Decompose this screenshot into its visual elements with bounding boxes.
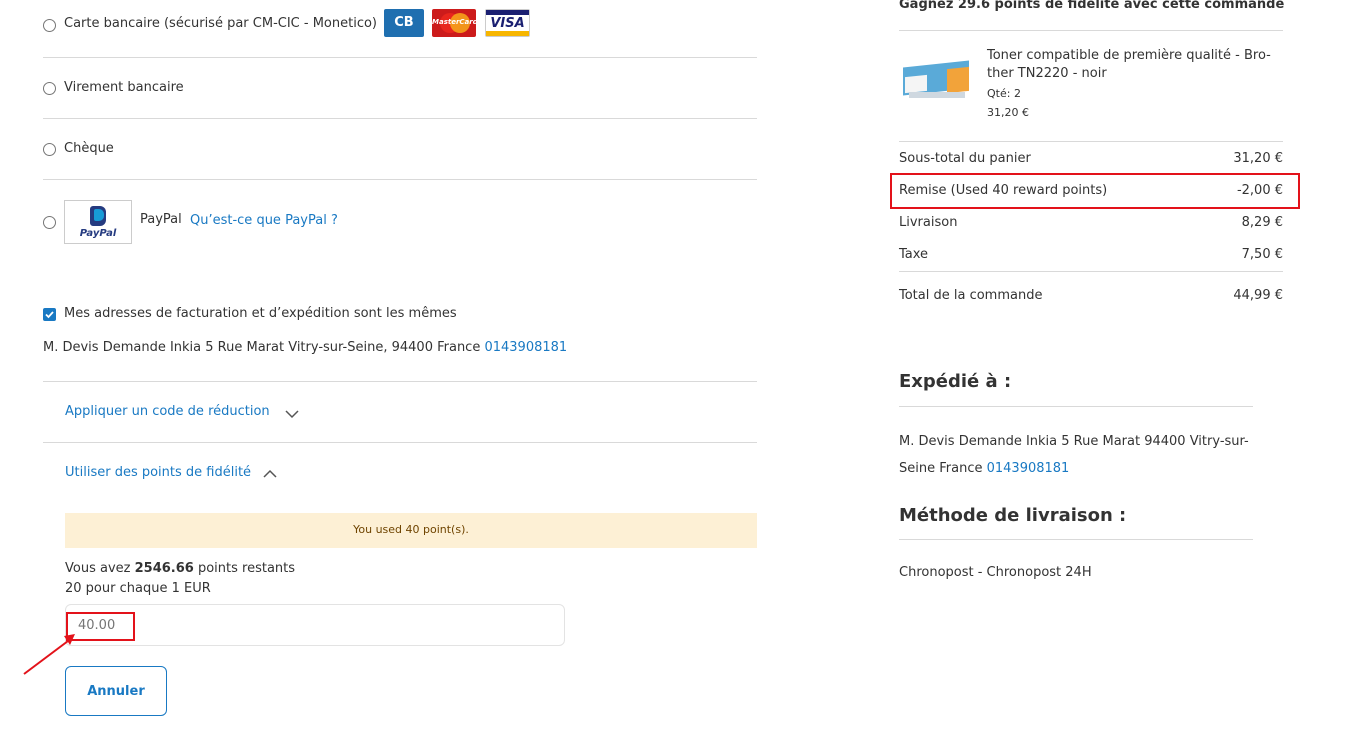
- cb-card-icon: CB: [384, 9, 424, 37]
- shipping-label: Livraison: [899, 215, 958, 230]
- remaining-points: Vous avez 2546.66 points restants: [65, 561, 295, 576]
- ship-to-line1: M. Devis Demande Inkia 5 Rue Marat 94400…: [899, 434, 1249, 449]
- subtotal-label: Sous-total du panier: [899, 151, 1031, 166]
- paypal-p-icon: [90, 206, 106, 226]
- points-notice-text: You used 40 point(s).: [353, 523, 469, 536]
- product-price: 31,20 €: [987, 106, 1029, 119]
- radio-card[interactable]: [43, 19, 56, 32]
- same-address-label[interactable]: Mes adresses de facturation et d’expédit…: [64, 306, 457, 321]
- product-image: [899, 56, 973, 106]
- divider: [43, 381, 757, 382]
- divider: [899, 539, 1253, 540]
- radio-transfer[interactable]: [43, 82, 56, 95]
- paypal-logo-text: PayPal: [79, 228, 117, 239]
- product-name-line2: ther TN2220 - noir: [987, 66, 1107, 81]
- chevron-up-icon[interactable]: [263, 469, 277, 479]
- shipping-method-title: Méthode de livraison :: [899, 505, 1127, 526]
- billing-phone-link[interactable]: 0143908181: [484, 340, 567, 355]
- order-total-value: 44,99 €: [1233, 288, 1283, 303]
- points-input[interactable]: [65, 604, 565, 646]
- mastercard-text: MasterCard: [432, 18, 478, 26]
- transfer-label[interactable]: Virement bancaire: [64, 80, 184, 95]
- radio-paypal[interactable]: [43, 216, 56, 229]
- shipping-value: 8,29 €: [1241, 215, 1283, 230]
- order-total-label: Total de la commande: [899, 288, 1043, 303]
- cancel-button[interactable]: Annuler: [65, 666, 167, 716]
- ship-to-phone-link[interactable]: 0143908181: [987, 461, 1070, 476]
- product-name: Toner compatible de première qualité - B…: [987, 47, 1271, 83]
- shipping-method-value: Chronopost - Chronopost 24H: [899, 565, 1092, 580]
- remaining-value: 2546.66: [134, 561, 194, 576]
- paypal-info-link[interactable]: Qu’est-ce que PayPal ?: [190, 213, 338, 228]
- ship-to-line2-row: Seine France 0143908181: [899, 455, 1249, 482]
- divider: [899, 406, 1253, 407]
- mastercard-icon: MasterCard: [432, 9, 478, 37]
- discount-row-highlight: [890, 173, 1300, 209]
- visa-card-icon: VISA: [485, 9, 530, 37]
- divider: [899, 271, 1283, 272]
- points-notice: You used 40 point(s).: [65, 513, 757, 548]
- same-address-checkbox[interactable]: [43, 308, 56, 321]
- remaining-prefix: Vous avez: [65, 561, 131, 576]
- radio-cheque[interactable]: [43, 143, 56, 156]
- divider: [43, 118, 757, 119]
- subtotal-value: 31,20 €: [1233, 151, 1283, 166]
- product-name-line1: Toner compatible de première qualité - B…: [987, 48, 1271, 63]
- ship-to-title: Expédié à :: [899, 371, 1012, 392]
- apply-discount-toggle[interactable]: Appliquer un code de réduction: [65, 404, 270, 419]
- paypal-label[interactable]: PayPal: [140, 212, 182, 227]
- tax-value: 7,50 €: [1241, 247, 1283, 262]
- ship-to-line2: Seine France: [899, 461, 983, 476]
- billing-address: M. Devis Demande Inkia 5 Rue Marat Vitry…: [43, 340, 567, 355]
- visa-text: VISA: [490, 16, 525, 31]
- billing-address-text: M. Devis Demande Inkia 5 Rue Marat Vitry…: [43, 340, 481, 355]
- cb-logo-text: CB: [394, 15, 414, 30]
- ship-to-address: M. Devis Demande Inkia 5 Rue Marat 94400…: [899, 428, 1249, 482]
- product-qty: Qté: 2: [987, 87, 1021, 100]
- divider: [43, 57, 757, 58]
- chevron-down-icon[interactable]: [285, 409, 299, 419]
- divider: [899, 30, 1283, 31]
- tax-label: Taxe: [899, 247, 929, 262]
- cheque-label[interactable]: Chèque: [64, 141, 114, 156]
- points-rate: 20 pour chaque 1 EUR: [65, 581, 211, 596]
- loyalty-earn-header: Gagnez 29.6 points de fidélité avec cett…: [899, 0, 1285, 12]
- divider: [43, 179, 757, 180]
- card-payment-label[interactable]: Carte bancaire (sécurisé par CM-CIC - Mo…: [64, 16, 377, 31]
- remaining-suffix: points restants: [197, 561, 296, 576]
- divider: [899, 141, 1283, 142]
- loyalty-points-toggle[interactable]: Utiliser des points de fidélité: [65, 465, 251, 480]
- divider: [43, 442, 757, 443]
- checkmark-icon: [45, 311, 54, 319]
- paypal-logo-icon: PayPal: [64, 200, 132, 244]
